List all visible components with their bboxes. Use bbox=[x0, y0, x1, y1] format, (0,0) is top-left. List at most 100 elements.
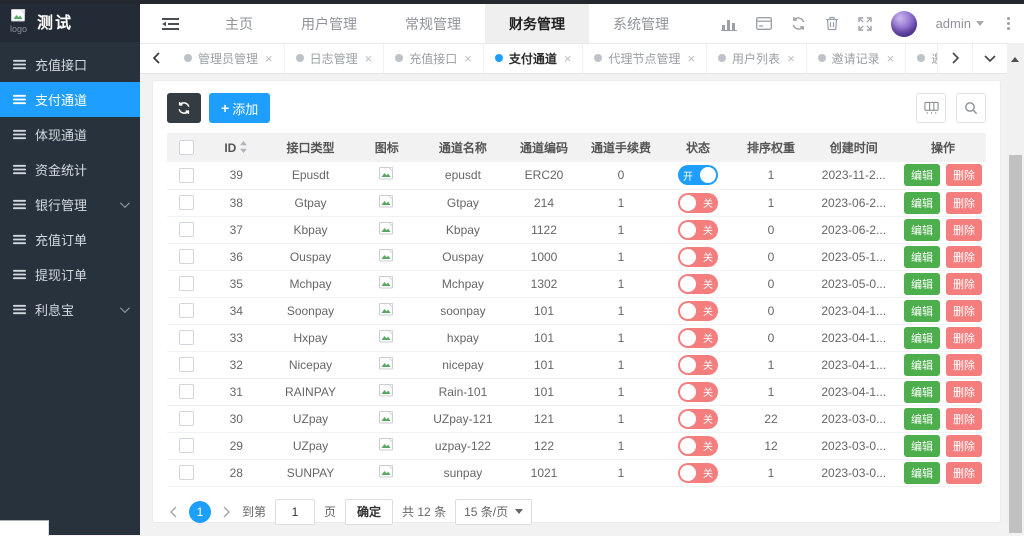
delete-button[interactable]: 删除 bbox=[946, 408, 982, 430]
sidebar-item[interactable]: 提现订单 bbox=[0, 257, 140, 292]
refresh-icon[interactable] bbox=[791, 16, 806, 31]
tab-item[interactable]: 管理员管理× bbox=[173, 43, 285, 73]
search-button[interactable] bbox=[956, 93, 986, 123]
row-checkbox[interactable] bbox=[179, 195, 194, 210]
close-icon[interactable]: × bbox=[887, 51, 895, 66]
bar-chart-icon[interactable] bbox=[721, 17, 737, 31]
tabs-scroll-right-icon[interactable] bbox=[937, 43, 972, 73]
edit-button[interactable]: 编辑 bbox=[904, 164, 940, 186]
row-checkbox[interactable] bbox=[179, 303, 194, 318]
status-toggle[interactable]: 关 bbox=[678, 220, 718, 240]
edit-button[interactable]: 编辑 bbox=[904, 273, 940, 295]
confirm-button[interactable]: 确定 bbox=[345, 499, 393, 525]
tab-item[interactable]: 日志管理× bbox=[285, 43, 385, 73]
row-checkbox[interactable] bbox=[179, 222, 194, 237]
edit-button[interactable]: 编辑 bbox=[904, 354, 940, 376]
edit-button[interactable]: 编辑 bbox=[904, 327, 940, 349]
tab-item[interactable]: 用户列表× bbox=[707, 43, 807, 73]
next-page-icon[interactable] bbox=[220, 506, 233, 518]
user-menu[interactable]: admin bbox=[936, 16, 984, 31]
delete-button[interactable]: 删除 bbox=[946, 354, 982, 376]
delete-button[interactable]: 删除 bbox=[946, 219, 982, 241]
delete-button[interactable]: 删除 bbox=[946, 273, 982, 295]
close-icon[interactable]: × bbox=[687, 51, 695, 66]
row-checkbox[interactable] bbox=[179, 465, 194, 480]
tab-item[interactable]: 邀请记录× bbox=[807, 43, 907, 73]
sidebar-item[interactable]: 支付通道 bbox=[0, 82, 140, 117]
logo[interactable]: logo 测试 bbox=[0, 0, 140, 42]
nav-item[interactable]: 主页 bbox=[201, 4, 277, 43]
edit-button[interactable]: 编辑 bbox=[904, 192, 940, 214]
edit-button[interactable]: 编辑 bbox=[904, 246, 940, 268]
menu-collapse-icon[interactable] bbox=[140, 17, 201, 31]
goto-page-input[interactable] bbox=[275, 499, 315, 525]
per-page-select[interactable]: 15 条/页 bbox=[455, 499, 532, 525]
status-toggle[interactable]: 关 bbox=[678, 328, 718, 348]
sidebar-item[interactable]: 利息宝 bbox=[0, 292, 140, 327]
delete-button[interactable]: 删除 bbox=[946, 462, 982, 484]
delete-button[interactable]: 删除 bbox=[946, 327, 982, 349]
nav-item[interactable]: 系统管理 bbox=[589, 4, 693, 43]
edit-button[interactable]: 编辑 bbox=[904, 381, 940, 403]
edit-button[interactable]: 编辑 bbox=[904, 408, 940, 430]
close-icon[interactable]: × bbox=[564, 51, 572, 66]
sidebar-item[interactable]: 充值订单 bbox=[0, 222, 140, 257]
current-page-button[interactable]: 1 bbox=[189, 501, 211, 523]
more-options-icon[interactable] bbox=[1003, 15, 1014, 32]
close-icon[interactable]: × bbox=[787, 51, 795, 66]
refresh-button[interactable] bbox=[167, 93, 201, 123]
row-checkbox[interactable] bbox=[179, 411, 194, 426]
row-checkbox[interactable] bbox=[179, 438, 194, 453]
row-checkbox[interactable] bbox=[179, 276, 194, 291]
edit-button[interactable]: 编辑 bbox=[904, 435, 940, 457]
delete-button[interactable]: 删除 bbox=[946, 164, 982, 186]
delete-button[interactable]: 删除 bbox=[946, 381, 982, 403]
fullscreen-icon[interactable] bbox=[858, 17, 872, 31]
tab-item[interactable]: 邀请码管理× bbox=[906, 43, 937, 73]
scroll-up-arrow-icon[interactable] bbox=[1011, 57, 1019, 62]
close-icon[interactable]: × bbox=[365, 51, 373, 66]
row-checkbox[interactable] bbox=[179, 330, 194, 345]
tabs-menu-icon[interactable] bbox=[972, 43, 1007, 73]
status-toggle[interactable]: 关 bbox=[678, 463, 718, 483]
status-toggle[interactable]: 关 bbox=[678, 301, 718, 321]
add-button[interactable]: +添加 bbox=[209, 93, 270, 123]
row-checkbox[interactable] bbox=[179, 249, 194, 264]
row-checkbox[interactable] bbox=[179, 384, 194, 399]
status-toggle[interactable]: 关 bbox=[678, 355, 718, 375]
nav-item[interactable]: 财务管理 bbox=[485, 4, 589, 43]
scrollbar-thumb[interactable] bbox=[1009, 155, 1022, 533]
trash-icon[interactable] bbox=[825, 16, 839, 31]
select-all-checkbox[interactable] bbox=[179, 140, 194, 155]
row-checkbox[interactable] bbox=[179, 357, 194, 372]
status-toggle[interactable]: 关 bbox=[678, 409, 718, 429]
sidebar-item[interactable]: 银行管理 bbox=[0, 187, 140, 222]
status-toggle[interactable]: 关 bbox=[678, 382, 718, 402]
delete-button[interactable]: 删除 bbox=[946, 435, 982, 457]
edit-button[interactable]: 编辑 bbox=[904, 462, 940, 484]
status-toggle[interactable]: 关 bbox=[678, 436, 718, 456]
tab-item[interactable]: 代理节点管理× bbox=[583, 43, 707, 73]
edit-button[interactable]: 编辑 bbox=[904, 300, 940, 322]
delete-button[interactable]: 删除 bbox=[946, 192, 982, 214]
sidebar-item[interactable]: 充值接口 bbox=[0, 47, 140, 82]
columns-button[interactable] bbox=[916, 93, 946, 123]
sidebar-item[interactable]: 体现通道 bbox=[0, 117, 140, 152]
status-toggle[interactable]: 关 bbox=[678, 247, 718, 267]
status-toggle[interactable]: 关 bbox=[678, 274, 718, 294]
sidebar-item[interactable]: 资金统计 bbox=[0, 152, 140, 187]
close-icon[interactable]: × bbox=[464, 51, 472, 66]
delete-button[interactable]: 删除 bbox=[946, 246, 982, 268]
nav-item[interactable]: 用户管理 bbox=[277, 4, 381, 43]
avatar[interactable] bbox=[891, 11, 917, 37]
status-toggle[interactable]: 关 bbox=[678, 193, 718, 213]
close-icon[interactable]: × bbox=[265, 51, 273, 66]
prev-page-icon[interactable] bbox=[167, 506, 180, 518]
tabs-scroll-left-icon[interactable] bbox=[140, 43, 173, 73]
edit-button[interactable]: 编辑 bbox=[904, 219, 940, 241]
tab-item[interactable]: 支付通道× bbox=[484, 43, 584, 73]
card-icon[interactable] bbox=[756, 17, 772, 30]
delete-button[interactable]: 删除 bbox=[946, 300, 982, 322]
row-checkbox[interactable] bbox=[179, 168, 194, 183]
nav-item[interactable]: 常规管理 bbox=[381, 4, 485, 43]
